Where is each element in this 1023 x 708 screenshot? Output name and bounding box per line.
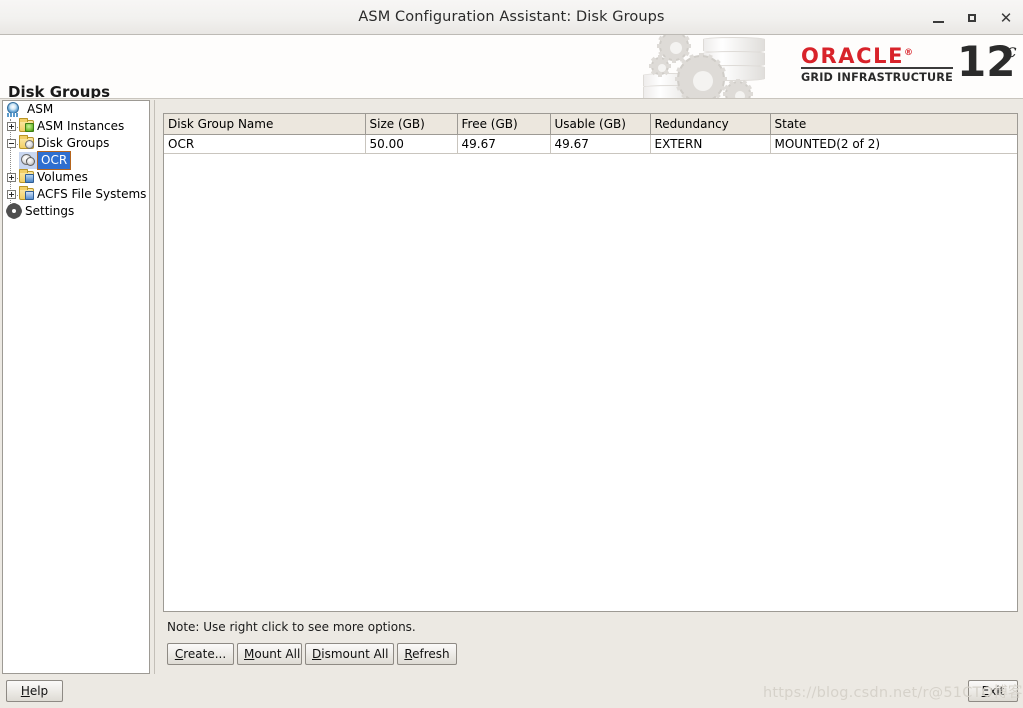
sidebar-item-label: ASM xyxy=(27,102,54,116)
gear-icon xyxy=(677,53,725,98)
expand-plus-icon[interactable] xyxy=(7,122,16,131)
acfs-icon xyxy=(19,186,34,200)
column-header-size[interactable]: Size (GB) xyxy=(365,114,458,135)
expand-plus-icon[interactable] xyxy=(7,173,16,182)
column-header-free[interactable]: Free (GB) xyxy=(457,114,551,135)
gear-icon xyxy=(651,55,669,77)
cell-state: MOUNTED(2 of 2) xyxy=(770,134,1017,154)
minimize-icon[interactable] xyxy=(928,8,948,28)
sidebar-item-label: ACFS File Systems xyxy=(37,187,147,201)
sidebar-item-label: Volumes xyxy=(37,170,88,184)
help-button-mnemonic: H xyxy=(20,684,30,698)
version-suffix: c xyxy=(1006,40,1017,62)
help-button-label: elp xyxy=(29,684,49,698)
refresh-button-mnemonic: R xyxy=(404,647,413,661)
table-row[interactable]: OCR 50.00 49.67 49.67 EXTERN MOUNTED(2 o… xyxy=(164,134,1017,154)
sidebar-item-label: Settings xyxy=(25,204,75,218)
oracle-wordmark-text: ORACLE xyxy=(801,44,905,68)
asm-instances-icon xyxy=(19,118,34,132)
column-header-state[interactable]: State xyxy=(770,114,1017,135)
window-title: ASM Configuration Assistant: Disk Groups xyxy=(358,9,665,25)
network-overlay-icon xyxy=(25,191,34,200)
product-line-label: GRID INFRASTRUCTURE xyxy=(801,71,953,84)
oracle-logo: ORACLE® GRID INFRASTRUCTURE 12 c xyxy=(801,38,1017,96)
help-button[interactable]: Help xyxy=(6,680,63,702)
sidebar-item-label: Disk Groups xyxy=(37,136,110,150)
cell-free-gb: 49.67 xyxy=(457,134,551,154)
column-header-redundancy[interactable]: Redundancy xyxy=(650,114,771,135)
dismount-all-button-label: ismount All xyxy=(321,647,389,661)
refresh-button[interactable]: Refresh xyxy=(397,643,457,665)
cell-disk-group-name: OCR xyxy=(164,134,366,154)
branding-header: Disk Groups ORACLE® GRID INFRASTRUCTURE … xyxy=(0,35,1023,99)
disk-group-item-icon xyxy=(21,153,35,167)
refresh-button-label: efresh xyxy=(412,647,450,661)
cell-size-gb: 50.00 xyxy=(365,134,458,154)
volumes-icon xyxy=(19,169,34,183)
dismount-all-button[interactable]: Dismount All xyxy=(305,643,394,665)
close-icon[interactable]: ✕ xyxy=(996,8,1016,28)
table-header-row: Disk Group Name Size (GB) Free (GB) Usab… xyxy=(164,114,1017,135)
oracle-wordmark: ORACLE® xyxy=(801,41,956,68)
page-title: Disk Groups xyxy=(8,83,111,99)
volume-overlay-icon xyxy=(25,174,34,183)
collapse-minus-icon[interactable] xyxy=(7,139,16,148)
settings-gear-icon xyxy=(7,204,21,218)
tree-connector-line xyxy=(10,119,11,215)
column-header-disk-group-name[interactable]: Disk Group Name xyxy=(164,114,366,135)
create-button-label: reate... xyxy=(183,647,227,661)
exit-button[interactable]: Exit xyxy=(968,680,1018,702)
create-button-mnemonic: C xyxy=(174,647,184,661)
disk-groups-table: Disk Group Name Size (GB) Free (GB) Usab… xyxy=(164,114,1017,154)
asm-node-icon-base xyxy=(7,113,19,117)
exit-button-label: xit xyxy=(989,684,1005,698)
sidebar-item-label: ASM Instances xyxy=(37,119,125,133)
create-button[interactable]: Create... xyxy=(167,643,234,665)
cell-usable-gb: 49.67 xyxy=(550,134,651,154)
hint-text: Note: Use right click to see more option… xyxy=(167,620,416,634)
disk-groups-table-panel: Disk Group Name Size (GB) Free (GB) Usab… xyxy=(163,113,1018,612)
gear-overlay-icon xyxy=(25,123,34,132)
navigation-tree-panel[interactable]: ASM ASM Instances Disk Groups OCR Volume… xyxy=(2,100,150,674)
mount-all-button-label: ount All xyxy=(254,647,301,661)
gear-icon xyxy=(725,79,751,98)
split-pane-divider[interactable] xyxy=(152,100,159,674)
column-header-usable[interactable]: Usable (GB) xyxy=(550,114,651,135)
cell-redundancy: EXTERN xyxy=(650,134,771,154)
logo-divider-rule xyxy=(801,67,953,69)
mount-all-button-mnemonic: M xyxy=(244,647,255,661)
disk-groups-icon xyxy=(19,135,34,149)
maximize-icon[interactable] xyxy=(962,8,982,28)
registered-mark: ® xyxy=(904,48,915,58)
expand-plus-icon[interactable] xyxy=(7,190,16,199)
dismount-all-button-mnemonic: D xyxy=(312,647,322,661)
window-title-bar: ASM Configuration Assistant: Disk Groups… xyxy=(0,0,1023,35)
sidebar-item-label: OCR xyxy=(36,151,72,170)
disk-overlay-icon xyxy=(25,140,34,149)
mount-all-button[interactable]: Mount All xyxy=(237,643,302,665)
